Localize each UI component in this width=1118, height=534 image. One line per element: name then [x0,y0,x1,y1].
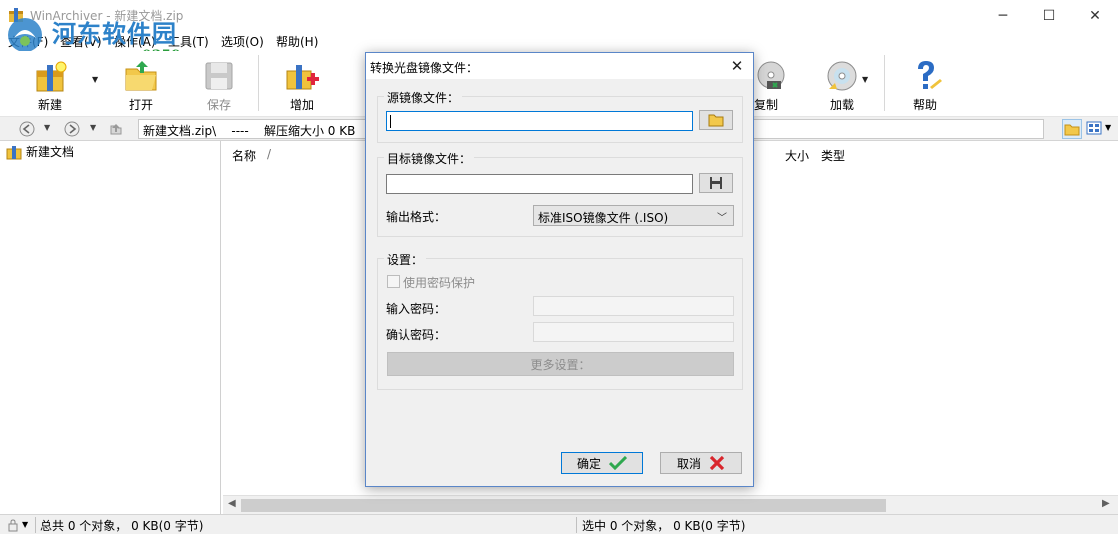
horizontal-scrollbar[interactable]: ◀ ▶ [223,495,1118,514]
back-icon[interactable] [18,120,36,138]
tree-item-label: 新建文档 [26,145,75,159]
scroll-left-icon[interactable]: ◀ [228,498,236,509]
address-path-text: 新建文档.zip\ ---- 解压缩大小 0 KB （0 [143,124,383,138]
folder-tree-icon [1064,124,1080,136]
confirm-password-label: 确认密码： [386,328,447,342]
help-question-icon [918,61,942,89]
status-separator [35,517,36,533]
forward-icon[interactable] [63,120,81,138]
mount-dropdown-icon[interactable]: ▼ [862,75,868,84]
source-image-input[interactable] [386,111,693,131]
new-dropdown-icon[interactable]: ▼ [92,75,98,84]
folder-icon [708,114,724,127]
folder-tree: 新建文档 [0,141,221,514]
browse-source-button[interactable] [699,110,733,130]
menu-file[interactable]: 文件(F) [8,33,48,50]
status-total: 总共 0 个对象， 0 KB(0 字节) [40,519,204,533]
view-mode-chevron-icon: ▼ [1105,123,1112,132]
app-icon [9,8,23,22]
help-button[interactable]: 帮助 [893,53,957,113]
status-separator [576,517,577,533]
forward-dropdown-icon[interactable]: ▼ [90,123,96,132]
lock-icon[interactable] [6,518,20,532]
toolbar-separator [258,55,259,111]
enter-password-input[interactable] [533,296,734,316]
column-type[interactable]: 类型 [821,147,845,164]
check-icon [609,456,627,470]
back-dropdown-icon[interactable]: ▼ [44,123,50,132]
save-button[interactable]: 保存 [187,53,251,113]
close-button[interactable]: ✕ [1072,0,1118,31]
add-button[interactable]: 增加 [270,53,334,113]
status-bar: ▼ 总共 0 个对象， 0 KB(0 字节) 选中 0 个对象， 0 KB(0 … [0,514,1118,534]
help-label: 帮助 [912,98,937,112]
ok-button[interactable]: 确定 [561,452,643,474]
use-password-checkbox[interactable] [387,275,400,288]
menu-bar: 文件(F) 查看(V) 操作(A) 工具(T) 选项(O) 帮助(H) [0,31,1118,51]
window-title: WinArchiver - 新建文档.zip [30,9,184,23]
convert-image-dialog: 转换光盘镜像文件： ✕ 源镜像文件： 目标镜像文件： 输出格式： 标准ISO镜像… [365,52,754,487]
menu-tools[interactable]: 工具(T) [168,33,209,50]
menu-action[interactable]: 操作(A) [114,33,156,50]
column-name[interactable]: 名称 [232,147,256,164]
view-mode-icon [1086,121,1102,135]
cancel-x-icon [709,456,725,470]
folder-view-toggle[interactable] [1062,119,1082,139]
add-files-icon [286,65,319,90]
chevron-down-icon: ﹀ [717,213,727,224]
output-format-label: 输出格式： [386,210,447,224]
scrollbar-thumb[interactable] [241,499,886,512]
mount-disc-icon [827,61,857,91]
open-button[interactable]: 打开 [109,53,173,113]
menu-options[interactable]: 选项(O) [221,33,264,50]
menu-view[interactable]: 查看(V) [60,33,102,50]
tree-item-root[interactable]: 新建文档 [6,143,74,160]
column-size[interactable]: 大小 [785,147,809,164]
maximize-button[interactable]: ☐ [1026,0,1072,31]
target-image-input[interactable] [386,174,693,194]
scroll-right-icon[interactable]: ▶ [1102,498,1110,509]
menu-help[interactable]: 帮助(H) [276,33,318,50]
target-image-label: 目标镜像文件： [384,150,475,167]
browse-target-button[interactable] [699,173,733,193]
enter-password-label: 输入密码： [386,302,447,316]
save-disk-icon [710,177,722,189]
text-caret [390,115,391,128]
toolbar-separator [884,55,885,111]
output-format-value: 标准ISO镜像文件 (.ISO) [538,211,669,225]
more-settings-button[interactable]: 更多设置： [387,352,734,376]
archive-icon [6,145,22,159]
title-bar: WinArchiver - 新建文档.zip ─ ☐ ✕ [0,0,1118,31]
mount-label: 加载 [829,98,854,112]
output-format-select[interactable]: 标准ISO镜像文件 (.ISO) ﹀ [533,205,734,226]
save-label: 保存 [206,98,231,112]
new-archive-icon [36,61,67,92]
dialog-title: 转换光盘镜像文件： [370,61,479,75]
use-password-label: 使用密码保护 [403,276,476,290]
new-label: 新建 [37,98,62,112]
open-label: 打开 [128,98,153,112]
source-image-label: 源镜像文件： [384,89,463,106]
dialog-close-button[interactable]: ✕ [724,55,750,77]
new-button[interactable]: 新建 [18,53,82,113]
minimize-button[interactable]: ─ [980,0,1026,31]
save-disk-icon [205,62,233,90]
confirm-password-input[interactable] [533,322,734,342]
lock-dropdown-icon[interactable]: ▼ [22,520,28,529]
up-folder-icon[interactable] [107,120,125,138]
status-selected: 选中 0 个对象， 0 KB(0 字节) [582,519,746,533]
view-mode-dropdown[interactable]: ▼ [1086,120,1114,138]
settings-label: 设置： [384,251,427,268]
add-label: 增加 [289,98,314,112]
cancel-label: 取消 [676,456,701,471]
dialog-title-bar: 转换光盘镜像文件： ✕ [366,53,753,79]
open-folder-icon [125,61,157,91]
sort-indicator: / [267,147,272,161]
cancel-button[interactable]: 取消 [660,452,742,474]
ok-label: 确定 [576,456,601,471]
